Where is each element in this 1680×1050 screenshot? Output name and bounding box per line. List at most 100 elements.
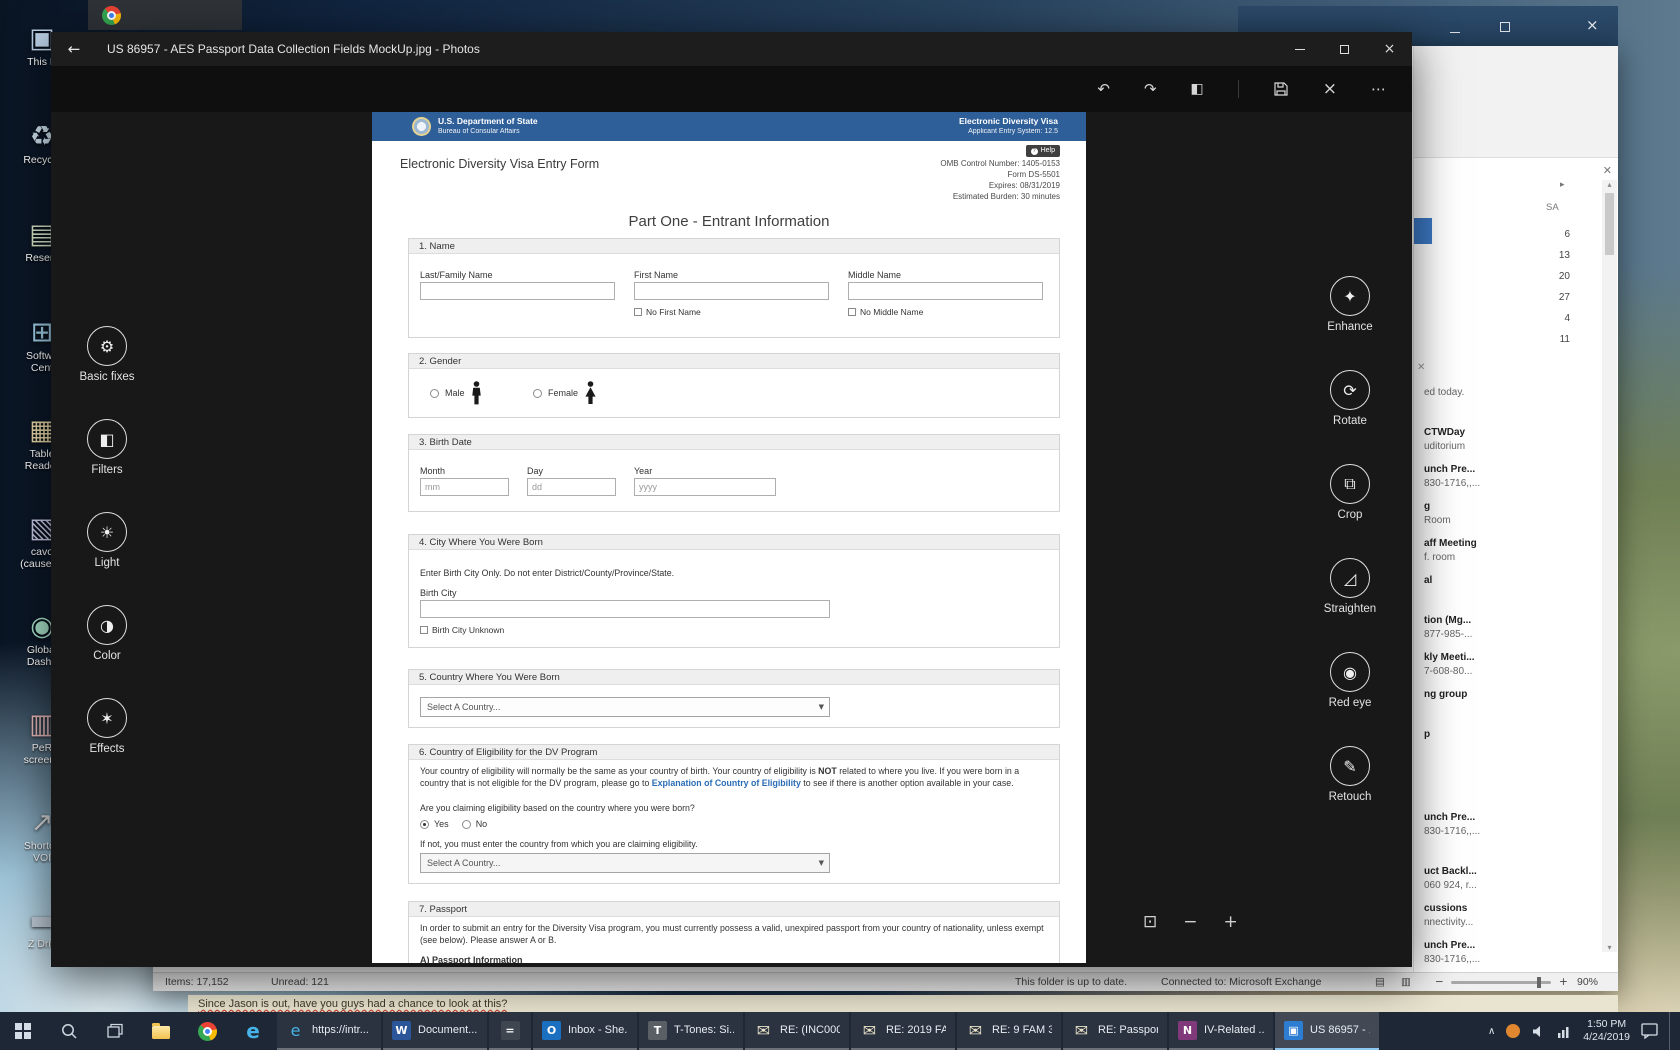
hidden-icons-chevron[interactable]: ∧	[1488, 1026, 1495, 1037]
taskbar-item-onenote-iv[interactable]: N IV-Related ...	[1169, 1012, 1273, 1050]
explanation-of-eligibility-link[interactable]: Explanation of Country of Eligibility	[652, 778, 801, 788]
calendar-entry[interactable]: unch Pre...	[1424, 939, 1592, 953]
calendar-entry[interactable]: 7-608-80...	[1424, 665, 1592, 679]
calendar-entry[interactable]: uditorium	[1424, 440, 1592, 454]
close-pane-icon[interactable]: ✕	[1603, 164, 1612, 177]
help-button[interactable]: ? Help	[1026, 145, 1060, 157]
calendar-entry[interactable]: nnectivity...	[1424, 916, 1592, 930]
calendar-day[interactable]: 11	[1522, 329, 1570, 350]
month-input[interactable]	[420, 478, 509, 496]
calendar-day[interactable]: 27	[1522, 287, 1570, 308]
gender-male-option[interactable]: Male	[430, 379, 482, 407]
more-options-icon[interactable]: ⋯	[1371, 80, 1386, 98]
scrollbar-thumb[interactable]	[1605, 193, 1614, 255]
scroll-down-icon[interactable]: ▾	[1607, 943, 1611, 952]
taskbar-item-mail-passport[interactable]: ✉ RE: Passpor...	[1063, 1012, 1167, 1050]
zoom-slider-thumb[interactable]	[1537, 977, 1541, 988]
minimize-icon[interactable]	[1450, 19, 1460, 33]
notification-icon[interactable]	[1506, 1024, 1520, 1038]
edit-tool-effects[interactable]: ✶ Effects	[47, 698, 167, 791]
edit-tool-straighten[interactable]: ◿ Straighten	[1290, 558, 1410, 652]
zoom-percent[interactable]: 90%	[1577, 973, 1598, 991]
taskbar-item-mail-2019-fa[interactable]: ✉ RE: 2019 FA...	[851, 1012, 955, 1050]
calendar-entry[interactable]: ed today.	[1424, 386, 1592, 400]
dismiss-icon[interactable]: ✕	[1417, 362, 1425, 373]
calendar-entry[interactable]: 830-1716,,...	[1424, 825, 1592, 839]
calendar-entry[interactable]: 877-985-...	[1424, 628, 1592, 642]
calendar-entry[interactable]: uct Backl...	[1424, 865, 1592, 879]
network-icon[interactable]	[1557, 1024, 1572, 1039]
taskbar-clock[interactable]: 1:50 PM 4/24/2019	[1583, 1018, 1630, 1044]
calendar-entry[interactable]: CTWDay	[1424, 426, 1592, 440]
calendar-entry[interactable]: 830-1716,,...	[1424, 953, 1592, 967]
taskbar-item-browser-intranet[interactable]: e https://intr...	[277, 1012, 381, 1050]
calendar-entry[interactable]: f. room	[1424, 551, 1592, 565]
edit-tool-filters[interactable]: ◧ Filters	[47, 419, 167, 512]
show-desktop-button[interactable]	[1669, 1012, 1674, 1050]
taskbar-item-t-tones[interactable]: T T-Tones: Si...	[639, 1012, 743, 1050]
taskbar-item-word-document[interactable]: W Document...	[383, 1012, 487, 1050]
cancel-icon[interactable]: ×	[1323, 79, 1337, 99]
eligibility-country-select[interactable]: Select A Country... ▼	[420, 853, 830, 873]
birth-city-input[interactable]	[420, 600, 830, 618]
undo-icon[interactable]: ↶	[1097, 80, 1110, 98]
edit-tool-light[interactable]: ☀ Light	[47, 512, 167, 605]
edit-tool-retouch[interactable]: ✎ Retouch	[1290, 746, 1410, 840]
maximize-button[interactable]	[1322, 32, 1367, 66]
calendar-day[interactable]: 6	[1522, 224, 1570, 245]
zoom-in-icon[interactable]: +	[1559, 973, 1568, 991]
birth-city-unknown-checkbox[interactable]: Birth City Unknown	[420, 625, 504, 635]
edit-tool-red-eye[interactable]: ◉ Red eye	[1290, 652, 1410, 746]
close-icon[interactable]: ×	[1586, 16, 1599, 34]
calendar-entry[interactable]: Room	[1424, 514, 1592, 528]
calendar-entry[interactable]: g	[1424, 500, 1592, 514]
taskbar-item-outlook-inbox[interactable]: O Inbox - She...	[533, 1012, 637, 1050]
birth-country-select[interactable]: Select A Country... ▼	[420, 697, 830, 717]
taskbar-item-photos-us86957[interactable]: ▣ US 86957 - ...	[1275, 1012, 1379, 1050]
calendar-day[interactable]: 4	[1522, 308, 1570, 329]
close-button[interactable]: ×	[1367, 32, 1412, 66]
edit-tool-enhance[interactable]: ✦ Enhance	[1290, 276, 1410, 370]
calendar-entry[interactable]: unch Pre...	[1424, 811, 1592, 825]
back-button[interactable]: ←	[51, 40, 97, 58]
start-button[interactable]	[0, 1012, 46, 1050]
calendar-entry[interactable]: 830-1716,,...	[1424, 477, 1592, 491]
calendar-entry[interactable]: 060 924, r...	[1424, 879, 1592, 893]
outlook-scrollbar[interactable]: ▴ ▾	[1602, 180, 1617, 952]
day-input[interactable]	[527, 478, 616, 496]
file-explorer-button[interactable]	[138, 1012, 184, 1050]
save-icon[interactable]	[1273, 81, 1289, 97]
fit-to-screen-icon[interactable]: ⊡	[1143, 912, 1157, 932]
redo-icon[interactable]: ↷	[1144, 80, 1157, 98]
chrome-icon[interactable]	[102, 6, 121, 25]
calendar-day[interactable]: 13	[1522, 245, 1570, 266]
male-radio[interactable]	[430, 389, 439, 398]
edit-tool-basic-fixes[interactable]: ⚙ Basic fixes	[47, 326, 167, 419]
zoom-out-icon[interactable]: −	[1183, 912, 1197, 932]
calendar-entry[interactable]: unch Pre...	[1424, 463, 1592, 477]
compare-icon[interactable]: ◧	[1191, 81, 1204, 97]
year-input[interactable]	[634, 478, 776, 496]
calendar-entry[interactable]: al	[1424, 574, 1592, 588]
calendar-selected-day[interactable]	[1414, 218, 1432, 244]
scroll-up-icon[interactable]: ▴	[1607, 180, 1611, 189]
reading-view-icon[interactable]: ▥	[1401, 973, 1411, 991]
zoom-out-icon[interactable]: −	[1435, 973, 1444, 991]
minimize-button[interactable]	[1277, 32, 1322, 66]
action-center-icon[interactable]	[1641, 1023, 1658, 1039]
last-name-input[interactable]	[420, 282, 615, 300]
no-first-name-checkbox[interactable]: No First Name	[634, 307, 701, 317]
maximize-icon[interactable]	[1500, 22, 1510, 32]
chrome-button[interactable]	[184, 1012, 230, 1050]
edit-tool-rotate[interactable]: ⟳ Rotate	[1290, 370, 1410, 464]
zoom-in-icon[interactable]: +	[1224, 912, 1238, 932]
taskbar-item-calculator[interactable]: =	[489, 1012, 531, 1050]
eligibility-no-radio[interactable]	[462, 820, 471, 829]
first-name-input[interactable]	[634, 282, 829, 300]
calendar-entry[interactable]: cussions	[1424, 902, 1592, 916]
calendar-entry[interactable]: tion (Mg...	[1424, 614, 1592, 628]
normal-view-icon[interactable]: ▤	[1375, 973, 1385, 991]
edit-tool-color[interactable]: ◑ Color	[47, 605, 167, 698]
calendar-next-icon[interactable]: ▸	[1560, 180, 1565, 190]
middle-name-input[interactable]	[848, 282, 1043, 300]
